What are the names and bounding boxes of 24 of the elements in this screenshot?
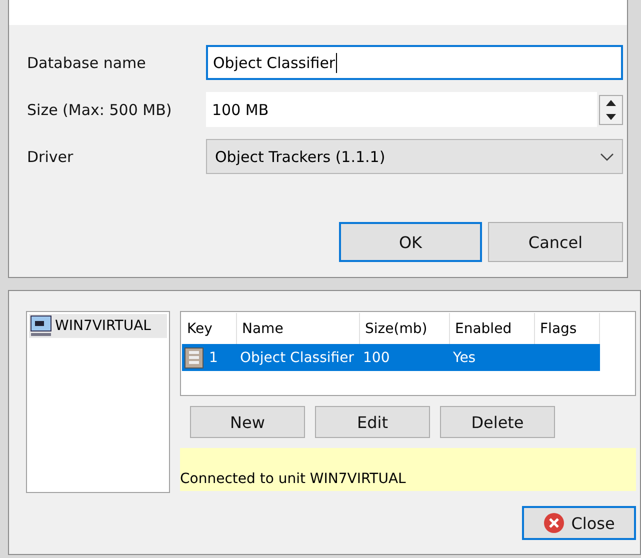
field-label: Driver <box>27 148 74 166</box>
tree-item[interactable]: WIN7VIRTUAL <box>29 314 167 338</box>
field-label: Database name <box>27 54 147 72</box>
chevron-down-icon <box>600 152 614 160</box>
delete-button[interactable]: Delete <box>440 406 555 438</box>
cancel-button[interactable]: Cancel <box>488 222 623 262</box>
size-field[interactable]: 100 MB <box>206 92 597 127</box>
database-icon <box>182 346 206 370</box>
ok-button[interactable]: OK <box>339 222 482 262</box>
table-cell: 1 <box>182 344 237 371</box>
close-icon <box>543 512 566 534</box>
computer-icon <box>29 314 53 338</box>
table-cell: Object Classifier <box>237 344 360 371</box>
table-cell <box>535 344 600 371</box>
table-cell: 100 <box>360 344 450 371</box>
edit-button[interactable]: Edit <box>315 406 430 438</box>
close-button[interactable]: Close <box>522 506 636 540</box>
new-button[interactable]: New <box>190 406 305 438</box>
table-cell: Yes <box>450 344 535 371</box>
spin-arrows-icon[interactable] <box>599 94 623 124</box>
status-message: Connected to unit WIN7VIRTUAL <box>180 448 636 491</box>
database-name-field[interactable]: Object Classifier <box>206 45 623 80</box>
driver-dropdown[interactable]: Object Trackers (1.1.1) <box>206 139 623 174</box>
field-label: Size (Max: 500 MB) <box>27 100 173 118</box>
